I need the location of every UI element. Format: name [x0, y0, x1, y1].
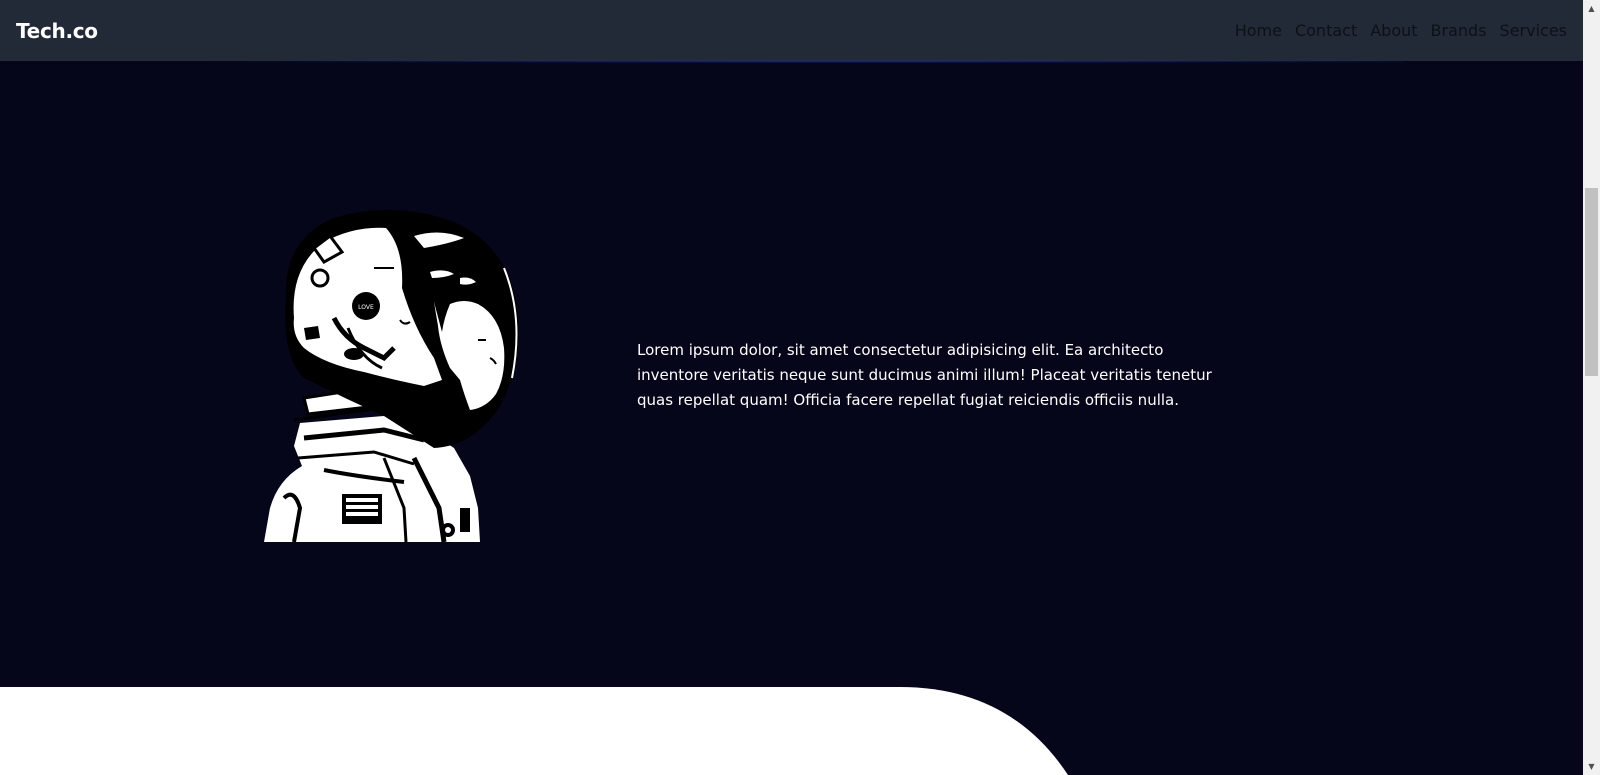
vertical-scrollbar[interactable]: ▲ ▼ [1583, 0, 1600, 775]
scroll-down-arrow-icon[interactable]: ▼ [1583, 758, 1600, 775]
svg-text:LOVE: LOVE [358, 304, 374, 311]
hero-text: Lorem ipsum dolor, sit amet consectetur … [637, 341, 1212, 409]
astronaut-image: LOVE [264, 209, 519, 542]
curved-section-divider [0, 687, 1068, 775]
nav-link-contact[interactable]: Contact [1295, 21, 1357, 40]
nav-links: Home Contact About Brands Services [1235, 21, 1567, 40]
scrollbar-thumb[interactable] [1585, 188, 1598, 376]
hero-section: LOVE Lorem ipsum dolor, sit amet consect… [0, 61, 1583, 687]
nav-link-about[interactable]: About [1370, 21, 1417, 40]
page: Tech.co Home Contact About Brands Servic… [0, 0, 1600, 775]
brand-logo[interactable]: Tech.co [16, 19, 98, 43]
nav-link-services[interactable]: Services [1500, 21, 1567, 40]
navbar: Tech.co Home Contact About Brands Servic… [0, 0, 1583, 63]
scroll-up-arrow-icon[interactable]: ▲ [1583, 0, 1600, 17]
nav-link-brands[interactable]: Brands [1431, 21, 1487, 40]
nav-link-home[interactable]: Home [1235, 21, 1282, 40]
